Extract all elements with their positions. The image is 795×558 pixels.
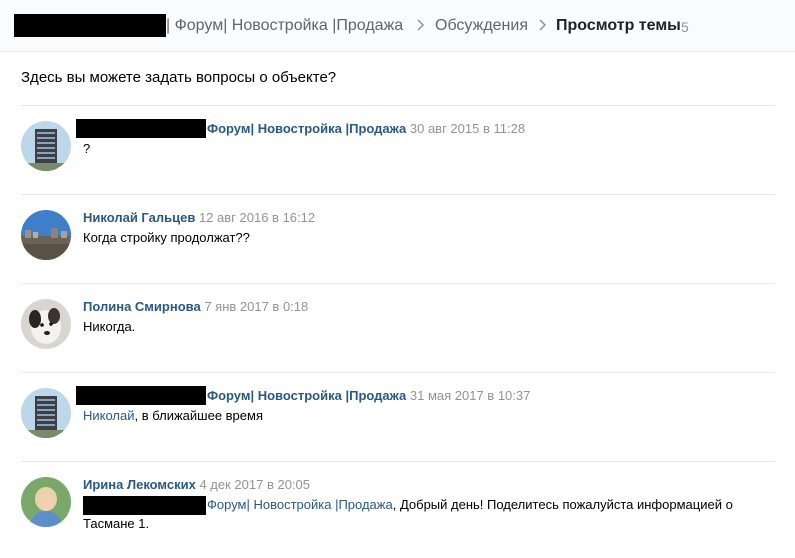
post-date[interactable]: 7 янв 2017 в 0:18 — [204, 299, 308, 314]
avatar-building-image — [21, 121, 71, 171]
topic-title: Здесь вы можете задать вопросы о объекте… — [21, 69, 337, 86]
redacted-block — [76, 386, 206, 405]
post-header: Полина Смирнова 7 янв 2017 в 0:18 — [83, 299, 308, 315]
avatar-building-image — [21, 388, 71, 438]
avatar[interactable] — [21, 477, 71, 527]
chevron-right-icon — [539, 19, 547, 31]
post-author[interactable]: Николай Гальцев — [83, 210, 195, 225]
post-count: 5 — [681, 19, 689, 35]
post-date[interactable]: 4 дек 2017 в 20:05 — [199, 477, 310, 492]
divider — [21, 372, 775, 373]
post-text: Форум| Новостройка |Продажа, Добрый день… — [207, 496, 733, 514]
reply-mention-link[interactable]: Николай — [83, 408, 135, 423]
post-author[interactable]: Ирина Лекомских — [83, 477, 196, 492]
post-author[interactable]: Форум| Новостройка |Продажа — [207, 121, 406, 136]
post-author[interactable]: Форум| Новостройка |Продажа — [207, 388, 406, 403]
divider — [21, 283, 775, 284]
avatar-city-image — [21, 210, 71, 260]
page-header: | Форум| Новостройка |Продажа Обсуждения… — [0, 0, 795, 52]
breadcrumb-current: Просмотр темы — [556, 17, 681, 34]
post-text-continued: Тасмане 1. — [83, 516, 150, 531]
avatar[interactable] — [21, 388, 71, 438]
divider — [21, 461, 775, 462]
post-header: Форум| Новостройка |Продажа 31 мая 2017 … — [207, 388, 530, 404]
avatar[interactable] — [21, 299, 71, 349]
post-date[interactable]: 31 мая 2017 в 10:37 — [410, 388, 530, 403]
chevron-right-icon — [417, 19, 425, 31]
breadcrumb-community[interactable]: | Форум| Новостройка |Продажа — [166, 16, 403, 36]
post-author[interactable]: Полина Смирнова — [83, 299, 201, 314]
post-text-body: , Добрый день! Поделитесь пожалуйста инф… — [392, 497, 733, 512]
post-date[interactable]: 30 авг 2015 в 11:28 — [410, 121, 525, 136]
redacted-block — [76, 119, 206, 138]
post-header: Форум| Новостройка |Продажа 30 авг 2015 … — [207, 121, 525, 137]
post-text: Когда стройку продолжат?? — [83, 230, 250, 245]
avatar[interactable] — [21, 121, 71, 171]
divider — [21, 194, 775, 195]
avatar-woman-image — [21, 477, 71, 527]
avatar[interactable] — [21, 210, 71, 260]
redacted-block — [83, 496, 206, 515]
post-text: ? — [83, 141, 91, 156]
post-text: Николай, в ближайшее время — [83, 407, 263, 425]
redacted-block — [14, 14, 166, 37]
reply-mention-link[interactable]: Форум| Новостройка |Продажа — [207, 497, 393, 512]
avatar-dog-image — [21, 299, 71, 349]
post-text-body: , в ближайшее время — [134, 408, 263, 423]
post-date[interactable]: 12 авг 2016 в 16:12 — [199, 210, 315, 225]
post-text: Никогда. — [83, 319, 136, 334]
divider — [21, 105, 775, 106]
post-header: Николай Гальцев 12 авг 2016 в 16:12 — [83, 210, 315, 226]
breadcrumb-discussions[interactable]: Обсуждения — [435, 16, 528, 36]
post-header: Ирина Лекомских 4 дек 2017 в 20:05 — [83, 477, 310, 493]
